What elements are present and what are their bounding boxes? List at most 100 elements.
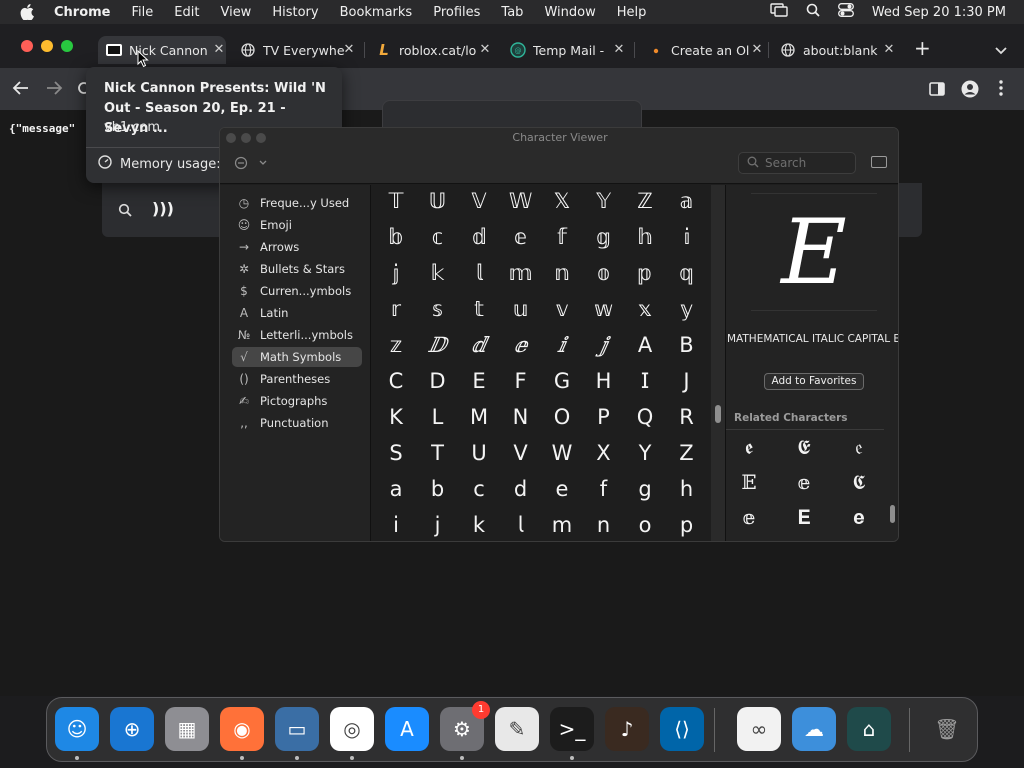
scroll-thumb[interactable] [890, 505, 895, 523]
visual-studio-icon[interactable]: ∞ [737, 707, 781, 751]
character-cell[interactable]: 𝖧 [586, 366, 622, 396]
character-cell[interactable]: 𝖢 [378, 366, 414, 396]
more-menu-icon[interactable] [999, 80, 1003, 100]
action-menu-icon[interactable] [234, 155, 270, 174]
character-cell[interactable]: 𝕍 [461, 186, 497, 216]
collapse-view-icon[interactable] [871, 156, 887, 168]
character-cell[interactable]: 𝕥 [461, 294, 497, 324]
character-cell[interactable]: ⅇ [503, 330, 539, 360]
close-tab-icon[interactable]: ✕ [750, 42, 764, 57]
terminal-icon[interactable]: >_ [550, 707, 594, 751]
character-cell[interactable]: 𝖻 [420, 474, 456, 504]
character-cell[interactable]: 𝖶 [544, 438, 580, 468]
screen-sharing-icon[interactable]: ▭ [275, 707, 319, 751]
tab-roblox[interactable]: L roblox.cat/lo ✕ [368, 36, 492, 64]
character-cell[interactable]: 𝖽 [503, 474, 539, 504]
character-cell[interactable]: 𝕋 [378, 186, 414, 216]
character-cell[interactable]: 𝖸 [627, 438, 663, 468]
zoom-window-button[interactable] [61, 40, 73, 52]
character-cell[interactable]: 𝗃 [420, 510, 456, 540]
character-cell[interactable]: 𝕏 [544, 186, 580, 216]
menu-view[interactable]: View [220, 5, 251, 20]
character-cell[interactable]: 𝖩 [669, 366, 705, 396]
character-cell[interactable]: 𝕤 [420, 294, 456, 324]
character-cell[interactable]: 𝕕 [461, 222, 497, 252]
firefox-icon[interactable]: ◉ [220, 707, 264, 751]
related-character-cell[interactable]: 𝕖 [731, 502, 767, 532]
character-cell[interactable]: 𝕜 [420, 258, 456, 288]
apple-icon[interactable] [20, 4, 36, 20]
character-cell[interactable]: 𝕘 [586, 222, 622, 252]
app-store-icon[interactable]: A [385, 707, 429, 751]
related-character-cell[interactable]: 𝐄 [731, 537, 767, 541]
character-cell[interactable]: 𝕗 [544, 222, 580, 252]
character-cell[interactable]: 𝗆 [544, 510, 580, 540]
character-cell[interactable]: 𝕖 [503, 222, 539, 252]
category-item[interactable]: A Latin [232, 303, 362, 323]
character-cell[interactable]: 𝖬 [461, 402, 497, 432]
related-character-cell[interactable]: 𝔢 [841, 432, 877, 462]
character-cell[interactable]: 𝗉 [669, 510, 705, 540]
settings-icon[interactable]: ⚙ 1 [440, 701, 490, 751]
character-cell[interactable]: 𝖨 [627, 366, 663, 396]
related-character-cell[interactable]: 𝔼 [731, 467, 767, 497]
tab-temp-mail[interactable]: @ Temp Mail - ✕ [502, 36, 626, 64]
close-tab-icon[interactable]: ✕ [212, 42, 226, 57]
character-cell[interactable]: 𝖥 [503, 366, 539, 396]
character-cell[interactable]: 𝕙 [627, 222, 663, 252]
menu-app-name[interactable]: Chrome [54, 5, 111, 20]
character-cell[interactable]: 𝕡 [627, 258, 663, 288]
tab-create-account[interactable]: Create an Ol ✕ [640, 36, 764, 64]
close-tab-icon[interactable]: ✕ [342, 42, 356, 57]
tab-search-chevron-icon[interactable] [994, 41, 1008, 60]
character-cell[interactable]: 𝕌 [420, 186, 456, 216]
close-tab-icon[interactable]: ✕ [882, 42, 896, 57]
character-grid-scrollbar[interactable] [711, 185, 725, 541]
related-scrollbar[interactable] [888, 410, 898, 540]
character-cell[interactable]: 𝖭 [503, 402, 539, 432]
character-cell[interactable]: 𝖠 [627, 330, 663, 360]
character-cell[interactable]: 𝗇 [586, 510, 622, 540]
character-cell[interactable]: 𝖴 [461, 438, 497, 468]
character-cell[interactable]: 𝖷 [586, 438, 622, 468]
character-cell[interactable]: 𝖫 [420, 402, 456, 432]
character-cell[interactable]: 𝖦 [544, 366, 580, 396]
side-panel-icon[interactable] [929, 81, 945, 100]
menu-window[interactable]: Window [544, 5, 595, 20]
spotlight-search-icon[interactable] [806, 3, 820, 21]
category-item[interactable]: ✍ Pictographs [232, 391, 362, 411]
control-center-icon[interactable] [837, 3, 854, 21]
character-cell[interactable]: 𝖲 [378, 438, 414, 468]
related-character-cell[interactable]: 𝐞 [841, 502, 877, 532]
category-item[interactable]: ‚, Punctuation [232, 413, 362, 433]
character-cell[interactable]: 𝕠 [586, 258, 622, 288]
menu-tab[interactable]: Tab [501, 5, 523, 20]
character-cell[interactable]: 𝕔 [420, 222, 456, 252]
category-item[interactable]: ◷ Freque...y Used [232, 193, 362, 213]
character-cell[interactable]: 𝖰 [627, 402, 663, 432]
character-cell[interactable]: 𝖯 [586, 402, 622, 432]
character-cell[interactable]: ⅉ [586, 330, 622, 360]
minimize-window-button[interactable] [41, 40, 53, 52]
character-cell[interactable]: 𝖡 [669, 330, 705, 360]
character-cell[interactable]: 𝕩 [627, 294, 663, 324]
close-window-button[interactable] [21, 40, 33, 52]
garageband-icon[interactable]: ♪ [605, 707, 649, 751]
launchpad-icon[interactable]: ▦ [165, 707, 209, 751]
character-cell[interactable]: 𝗈 [627, 510, 663, 540]
scroll-thumb[interactable] [715, 405, 721, 423]
category-item[interactable]: $ Curren...ymbols [232, 281, 362, 301]
trash-icon[interactable]: 🗑 [925, 707, 969, 751]
character-cell[interactable]: 𝕞 [503, 258, 539, 288]
add-to-favorites-button[interactable]: Add to Favorites [764, 373, 864, 390]
character-cell[interactable]: 𝕓 [378, 222, 414, 252]
character-cell[interactable]: 𝕎 [503, 186, 539, 216]
menu-profiles[interactable]: Profiles [433, 5, 480, 20]
character-cell[interactable]: 𝖵 [503, 438, 539, 468]
related-character-cell[interactable]: 𝕖 [786, 467, 822, 497]
character-cell[interactable]: 𝖤 [461, 366, 497, 396]
category-item[interactable]: () Parentheses [232, 369, 362, 389]
menu-edit[interactable]: Edit [174, 5, 199, 20]
related-character-cell[interactable]: 𝕰 [786, 432, 822, 462]
character-cell[interactable]: 𝕛 [378, 258, 414, 288]
